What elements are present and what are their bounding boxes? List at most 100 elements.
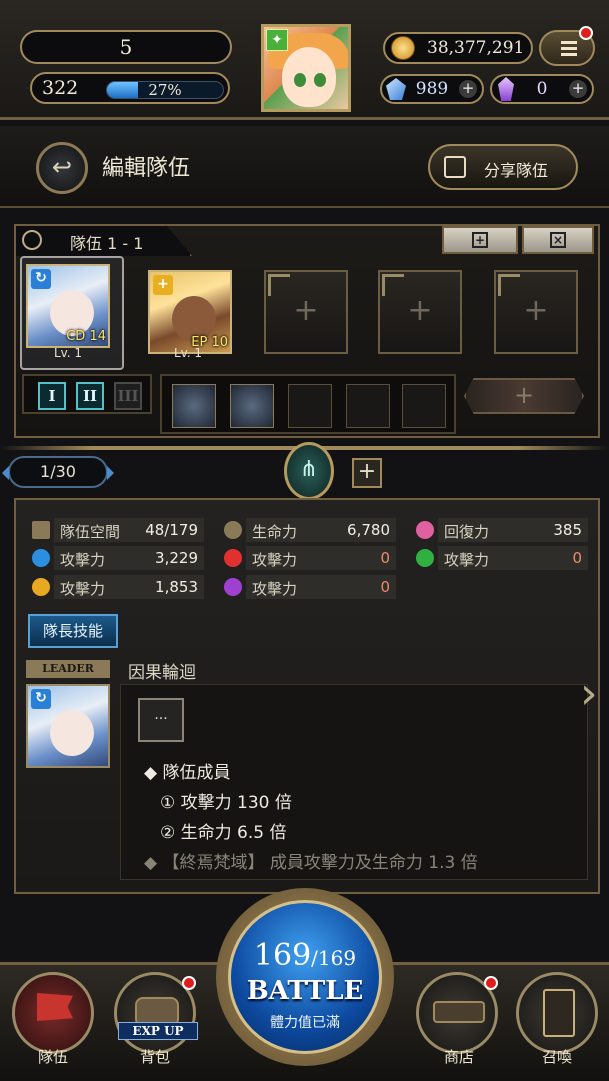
summon-nav-label: 召喚 — [541, 1048, 572, 1066]
leader-skill-name: 因果輪迴 — [128, 663, 196, 683]
member-level: Lv. 1 — [53, 346, 83, 360]
equipment-slot-2[interactable] — [230, 384, 274, 428]
formation-button-2[interactable]: II — [76, 382, 104, 410]
battle-stamina: 169/169 — [228, 938, 382, 973]
copy-icon: + — [472, 232, 488, 248]
light-element-icon: + — [153, 275, 173, 295]
equipment-slot-4[interactable] — [346, 384, 390, 428]
page-indicator-text: 1/30 — [40, 462, 76, 481]
stamina-progress-bar: 27% — [106, 81, 224, 99]
player-avatar[interactable]: ✦ — [261, 24, 351, 112]
team-member-1[interactable]: ↻ CD 14 — [26, 264, 110, 348]
shop-nav-label: 商店 — [443, 1048, 474, 1066]
slot-corner — [498, 274, 520, 296]
stat-label: 生命力 — [252, 523, 298, 541]
avatar-eye — [294, 73, 306, 87]
stat-label: 攻擊力 — [252, 551, 298, 569]
player-level: 5 — [20, 30, 232, 64]
stat-water-attack: 攻擊力 3,229 — [32, 546, 204, 570]
team-nav-label: 隊伍 — [37, 1048, 68, 1066]
card-icon — [543, 989, 575, 1037]
stat-label: 回復力 — [444, 523, 490, 541]
share-team-button[interactable]: 分享隊伍 — [428, 144, 578, 190]
battle-stamina-current: 169 — [253, 938, 312, 973]
team-tab-label: 隊伍 1 - 1 — [70, 234, 144, 253]
earth-icon — [416, 549, 434, 567]
exp-up-badge: EXP UP — [118, 1022, 198, 1040]
avatar-face — [282, 47, 336, 107]
close-icon: × — [550, 232, 566, 248]
menu-line — [561, 47, 577, 50]
team-member-2[interactable]: + EP 10 — [148, 270, 232, 354]
light-icon — [32, 578, 50, 596]
stat-label: 攻擊力 — [60, 580, 106, 598]
leader-portrait[interactable]: ↻ — [26, 684, 110, 768]
flag-icon — [37, 993, 73, 1021]
empty-team-slot[interactable]: + — [264, 270, 348, 354]
next-team-icon[interactable] — [107, 466, 114, 480]
team-nav-button[interactable] — [12, 972, 94, 1054]
equipment-slot-5[interactable] — [402, 384, 446, 428]
chevron-right-icon[interactable]: › — [580, 666, 606, 726]
stat-value: 3,229 — [155, 549, 198, 567]
formation-selector: I II III — [22, 374, 152, 414]
clear-team-button[interactable]: × — [522, 226, 594, 254]
summon-nav-button[interactable] — [516, 972, 598, 1054]
stat-value: 0 — [380, 578, 390, 596]
water-icon — [32, 549, 50, 567]
add-icon: + — [293, 293, 319, 328]
space-flag-icon — [32, 521, 50, 539]
stat-label: 攻擊力 — [252, 580, 298, 598]
notification-dot — [182, 976, 196, 990]
back-arrow-icon: ↩ — [51, 153, 73, 181]
water-element-icon: ↻ — [31, 269, 51, 289]
stat-label: 攻擊力 — [60, 551, 106, 569]
team-emblem-icon[interactable]: ⋔ — [284, 442, 334, 500]
stat-value: 0 — [380, 549, 390, 567]
notification-dot — [579, 26, 593, 40]
stat-value: 48/179 — [145, 521, 198, 539]
character-face — [50, 710, 94, 756]
skill-line: ◆ 【終焉梵域】 成員攻擊力及生命力 1.3 倍 — [144, 853, 478, 873]
add-support-button[interactable]: + — [464, 378, 584, 414]
battle-stamina-max: /169 — [311, 946, 357, 970]
battle-label: BATTLE — [246, 976, 364, 1006]
add-team-button[interactable]: + — [352, 458, 382, 488]
skill-line: ① 攻擊力 130 倍 — [160, 793, 292, 813]
equipment-slot-1[interactable] — [172, 384, 216, 428]
add-gems-button[interactable]: + — [459, 80, 477, 98]
more-details-button[interactable]: ··· — [138, 698, 184, 742]
menu-line — [561, 41, 577, 44]
edit-pen-icon — [22, 230, 42, 250]
skill-line: ② 生命力 6.5 倍 — [160, 823, 287, 843]
formation-button-3[interactable]: III — [114, 382, 142, 410]
stamina-value: 322 — [42, 77, 79, 99]
leader-skill-tab[interactable]: 隊長技能 — [28, 614, 118, 648]
member-level: Lv. 1 — [173, 346, 203, 360]
stat-team-space: 隊伍空間 48/179 — [32, 518, 204, 542]
back-button[interactable]: ↩ — [36, 142, 88, 194]
slot-corner — [382, 274, 404, 296]
prev-team-icon[interactable] — [2, 466, 9, 480]
equipment-slot-3[interactable] — [288, 384, 332, 428]
team-page-indicator[interactable]: 1/30 — [2, 456, 114, 488]
stat-value: 1,853 — [155, 578, 198, 596]
equipment-row — [160, 374, 456, 434]
stat-earth-attack: 攻擊力 0 — [416, 546, 588, 570]
avatar-eye — [314, 73, 326, 87]
stat-light-attack: 攻擊力 1,853 — [32, 575, 204, 599]
stat-dark-attack: 攻擊力 0 — [224, 575, 396, 599]
stat-hp: 生命力 6,780 — [224, 518, 396, 542]
add-icon: + — [407, 293, 433, 328]
copy-team-button[interactable]: + — [442, 226, 518, 254]
leaf-badge-icon: ✦ — [266, 29, 288, 51]
stat-label: 攻擊力 — [444, 551, 490, 569]
leader-badge: LEADER — [26, 660, 110, 678]
add-crystals-button[interactable]: + — [569, 80, 587, 98]
empty-team-slot[interactable]: + — [494, 270, 578, 354]
stamina-display: 322 27% — [30, 72, 230, 104]
notification-dot — [484, 976, 498, 990]
empty-team-slot[interactable]: + — [378, 270, 462, 354]
formation-button-1[interactable]: I — [38, 382, 66, 410]
slot-corner — [268, 274, 290, 296]
